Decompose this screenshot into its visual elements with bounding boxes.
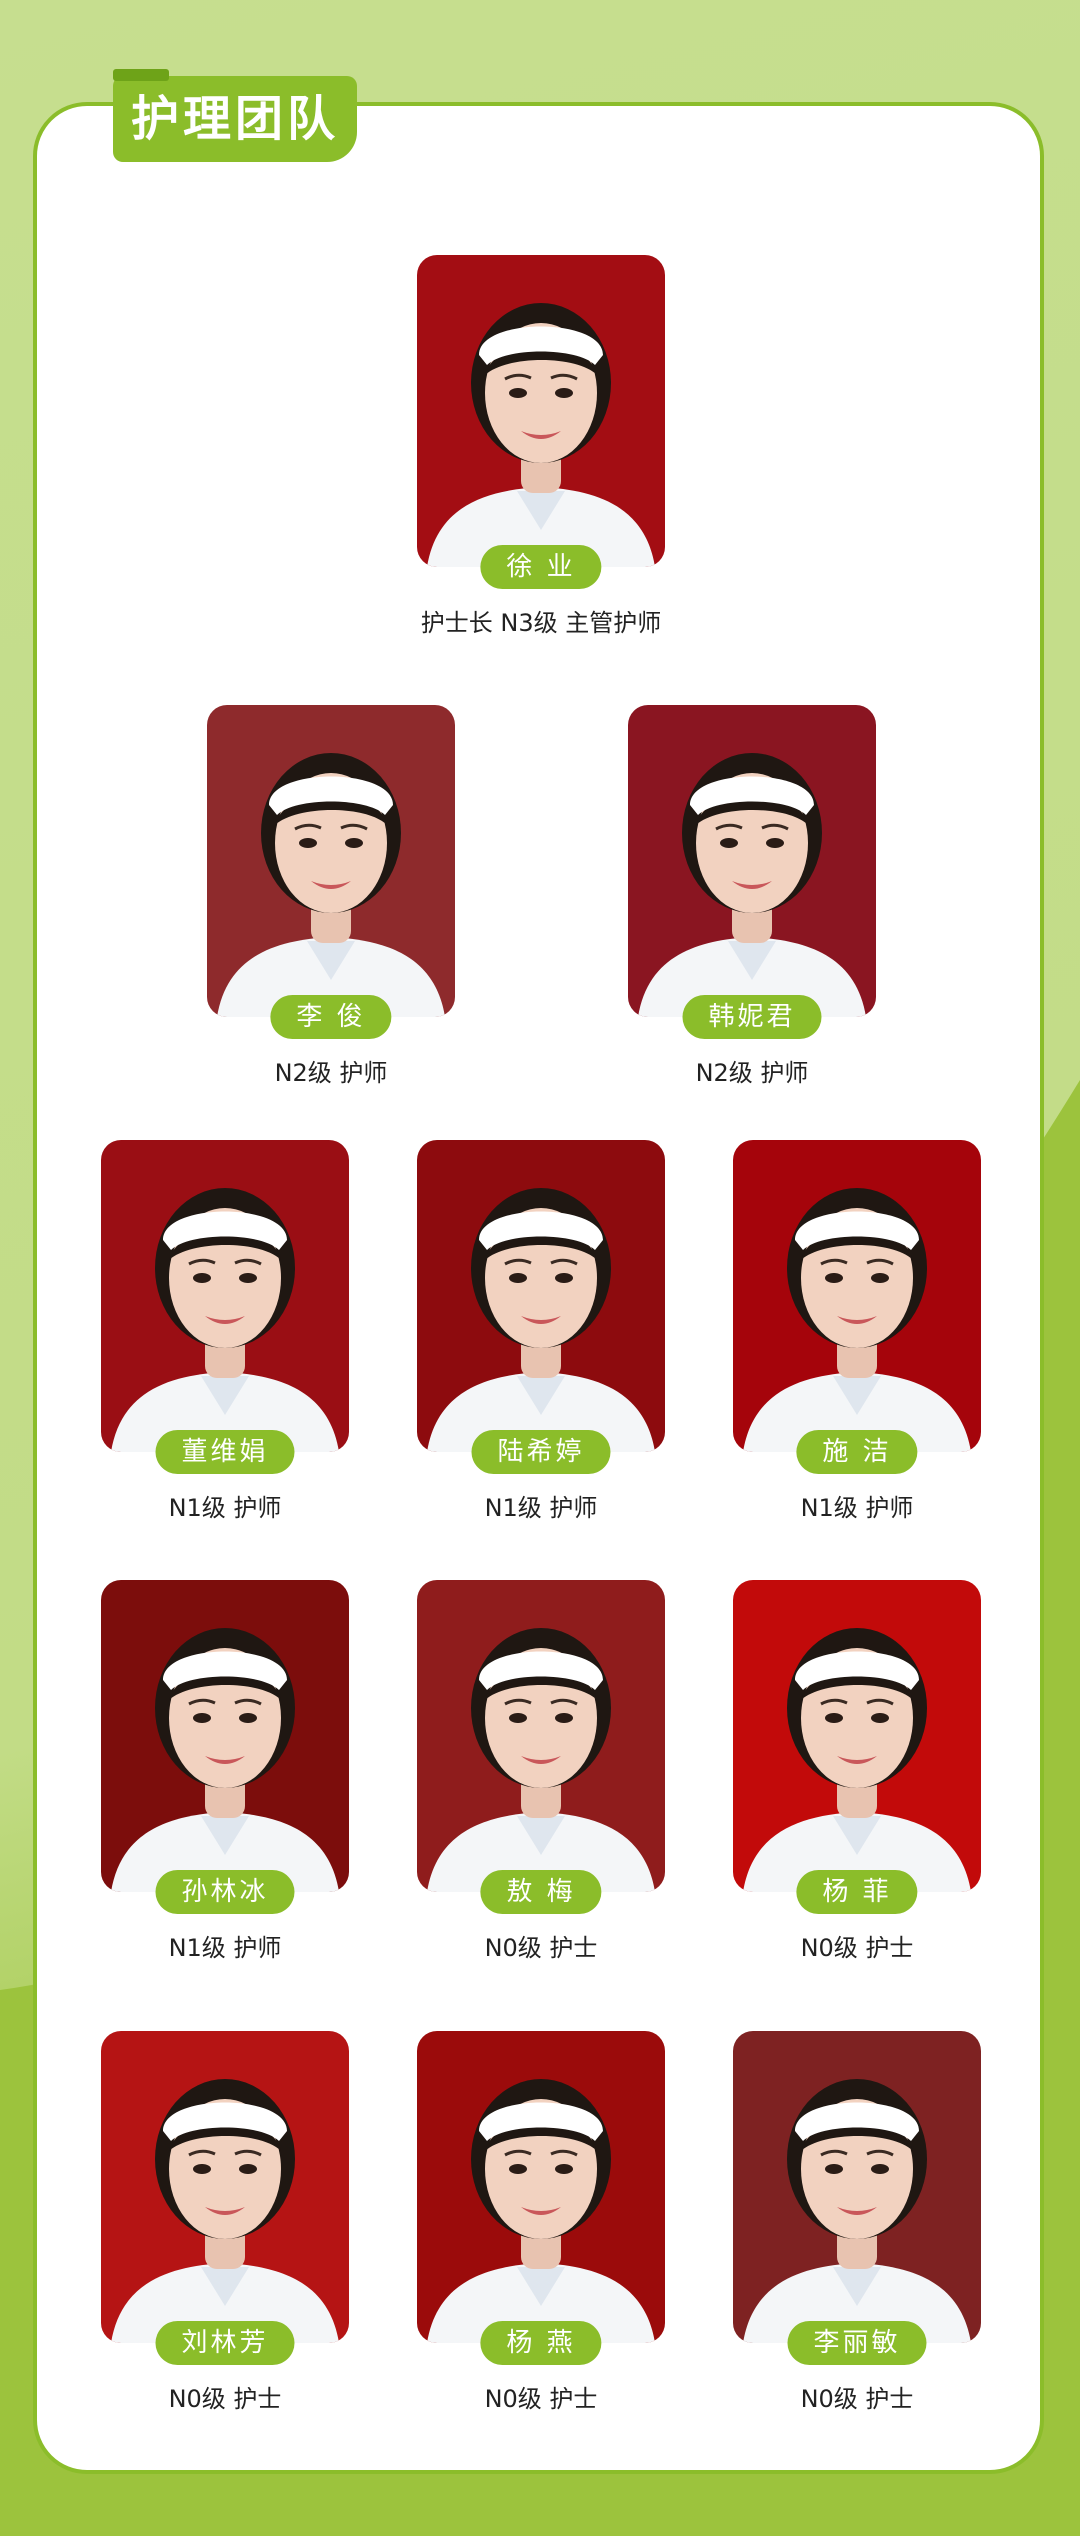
- member-title: N0级 护士: [484, 1934, 598, 1962]
- member-title: 护士长 N3级 主管护师: [420, 609, 662, 637]
- nurse-portrait-icon: [417, 2031, 665, 2343]
- nurse-portrait-icon: [101, 2031, 349, 2343]
- member-title: N0级 护士: [168, 2385, 282, 2413]
- member-title: N1级 护师: [168, 1494, 282, 1522]
- member-name: 杨 菲: [796, 1870, 918, 1914]
- member-name: 徐 业: [480, 545, 602, 589]
- nurse-portrait-icon: [628, 705, 876, 1017]
- nurse-portrait-icon: [417, 255, 665, 567]
- member-title: N0级 护士: [800, 1934, 914, 1962]
- nurse-portrait-icon: [417, 1580, 665, 1892]
- member-title: N0级 护士: [484, 2385, 598, 2413]
- member-name: 敖 梅: [480, 1870, 602, 1914]
- member-title: N2级 护师: [695, 1059, 809, 1087]
- nurse-portrait-icon: [733, 1580, 981, 1892]
- member-title: N1级 护师: [168, 1934, 282, 1962]
- member-name: 李丽敏: [787, 2321, 927, 2365]
- member-name: 陆希婷: [471, 1430, 611, 1474]
- member-name: 李 俊: [270, 995, 392, 1039]
- nurse-portrait-icon: [101, 1140, 349, 1452]
- member-name: 董维娟: [155, 1430, 295, 1474]
- member-name: 孙林冰: [155, 1870, 295, 1914]
- nurse-portrait-icon: [207, 705, 455, 1017]
- section-title-tab: 护理团队: [113, 69, 357, 162]
- member-title: N1级 护师: [484, 1494, 598, 1522]
- member-title: N2级 护师: [274, 1059, 388, 1087]
- nurse-portrait-icon: [417, 1140, 665, 1452]
- nurse-portrait-icon: [733, 2031, 981, 2343]
- member-name: 韩妮君: [682, 995, 822, 1039]
- member-title: N0级 护士: [800, 2385, 914, 2413]
- member-name: 杨 燕: [480, 2321, 602, 2365]
- section-title: 护理团队: [130, 91, 339, 147]
- member-name: 刘林芳: [155, 2321, 295, 2365]
- member-title: N1级 护师: [800, 1494, 914, 1522]
- nurse-portrait-icon: [733, 1140, 981, 1452]
- member-name: 施 洁: [796, 1430, 918, 1474]
- nurse-portrait-icon: [101, 1580, 349, 1892]
